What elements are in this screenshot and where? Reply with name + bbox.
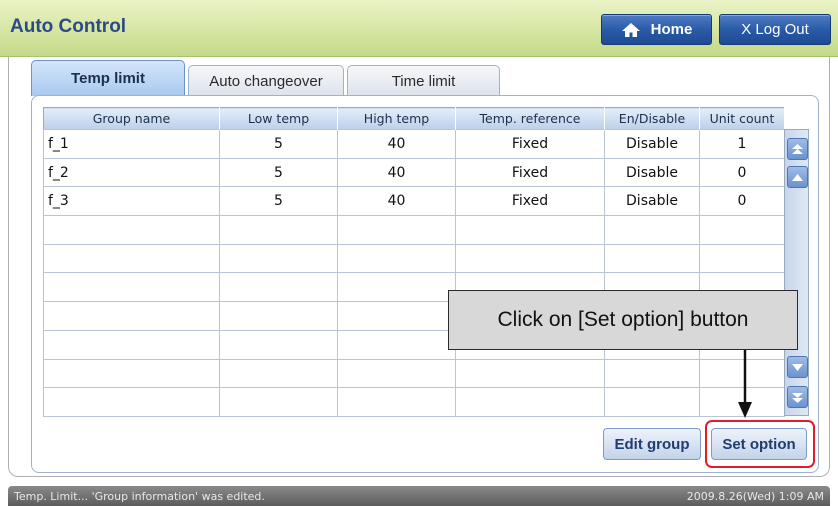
table-cell (219, 387, 338, 417)
double-down-arrow-icon (792, 392, 803, 403)
page-title: Auto Control (10, 16, 127, 37)
table-cell: 1 (699, 129, 785, 159)
table-cell (455, 358, 605, 389)
table-cell: 0 (699, 157, 785, 188)
pointer-arrow-icon (738, 350, 752, 418)
table-row[interactable] (43, 215, 785, 245)
table-cell (604, 358, 700, 389)
table-cell (219, 301, 338, 331)
title-bar: Auto Control Home X Log Out (0, 0, 838, 57)
table-cell (219, 358, 338, 389)
table-header-row: Group name Low temp High temp Temp. refe… (43, 107, 785, 130)
logout-label: X Log Out (741, 21, 809, 38)
table-cell: f_2 (43, 157, 220, 188)
table-cell: 0 (699, 186, 785, 217)
table-cell (455, 387, 605, 417)
table-cell (337, 215, 456, 245)
status-bar: Temp. Limit... 'Group information' was e… (8, 486, 830, 506)
vertical-scrollbar[interactable] (784, 129, 809, 416)
table-cell (43, 387, 220, 417)
table-cell (337, 243, 456, 274)
tab-label: Auto changeover (209, 72, 323, 90)
table-cell (699, 215, 785, 245)
tab-label: Time limit (391, 72, 456, 90)
scroll-bottom-button[interactable] (787, 386, 808, 408)
table-row[interactable] (43, 243, 785, 274)
table-cell: Fixed (455, 186, 605, 217)
table-cell (455, 215, 605, 245)
column-header[interactable]: Temp. reference (455, 107, 605, 130)
status-message: Temp. Limit... 'Group information' was e… (14, 489, 265, 503)
table-row[interactable] (43, 358, 785, 389)
table-cell: f_1 (43, 129, 220, 159)
table-cell: Disable (604, 157, 700, 188)
table-cell (43, 272, 220, 303)
double-up-arrow-icon (792, 143, 803, 154)
table-cell (337, 387, 456, 417)
tab-label: Temp limit (71, 70, 145, 87)
table-row[interactable]: f_2 5 40 Fixed Disable 0 (43, 157, 785, 188)
table-cell (337, 329, 456, 360)
down-arrow-icon (792, 363, 803, 371)
table-row[interactable]: f_3 5 40 Fixed Disable 0 (43, 186, 785, 217)
group-table: Group name Low temp High temp Temp. refe… (43, 107, 785, 417)
table-cell (337, 272, 456, 303)
home-icon (621, 22, 640, 37)
table-cell (43, 215, 220, 245)
scroll-up-button[interactable] (787, 166, 808, 188)
table-cell (604, 243, 700, 274)
table-cell (337, 358, 456, 389)
logout-button[interactable]: X Log Out (719, 14, 831, 45)
instruction-callout: Click on [Set option] button (448, 290, 798, 350)
table-cell (219, 329, 338, 360)
table-cell: Disable (604, 129, 700, 159)
table-row[interactable] (43, 387, 785, 417)
table-cell: f_3 (43, 186, 220, 217)
column-header[interactable]: Low temp (219, 107, 338, 130)
table-cell (455, 243, 605, 274)
scroll-down-button[interactable] (787, 356, 808, 378)
home-button[interactable]: Home (601, 14, 712, 45)
tab-temp-limit[interactable]: Temp limit (31, 60, 185, 96)
column-header[interactable]: Group name (43, 107, 220, 130)
table-cell: Disable (604, 186, 700, 217)
table-cell (43, 243, 220, 274)
table-cell: 5 (219, 157, 338, 188)
table-cell: Fixed (455, 157, 605, 188)
table-cell (43, 301, 220, 331)
edit-group-button[interactable]: Edit group (603, 428, 701, 460)
table-cell (219, 215, 338, 245)
table-cell (43, 358, 220, 389)
column-header[interactable]: En/Disable (604, 107, 700, 130)
table-cell: 40 (337, 129, 456, 159)
column-header[interactable]: High temp (337, 107, 456, 130)
table-cell (699, 243, 785, 274)
tab-time-limit[interactable]: Time limit (347, 65, 500, 96)
home-label: Home (650, 21, 693, 38)
set-option-highlight (705, 420, 815, 468)
tab-auto-changeover[interactable]: Auto changeover (188, 65, 344, 96)
table-cell (604, 387, 700, 417)
table-cell (337, 301, 456, 331)
status-datetime: 2009.8.26(Wed) 1:09 AM (686, 489, 824, 503)
table-cell (219, 272, 338, 303)
table-cell (219, 243, 338, 274)
column-header[interactable]: Unit count (699, 107, 785, 130)
table-cell (604, 215, 700, 245)
table-cell: 5 (219, 129, 338, 159)
table-cell: Fixed (455, 129, 605, 159)
scroll-top-button[interactable] (787, 138, 808, 160)
table-cell (43, 329, 220, 360)
table-cell: 5 (219, 186, 338, 217)
up-arrow-icon (792, 173, 803, 181)
table-row[interactable]: f_1 5 40 Fixed Disable 1 (43, 129, 785, 159)
table-cell: 40 (337, 186, 456, 217)
table-cell: 40 (337, 157, 456, 188)
